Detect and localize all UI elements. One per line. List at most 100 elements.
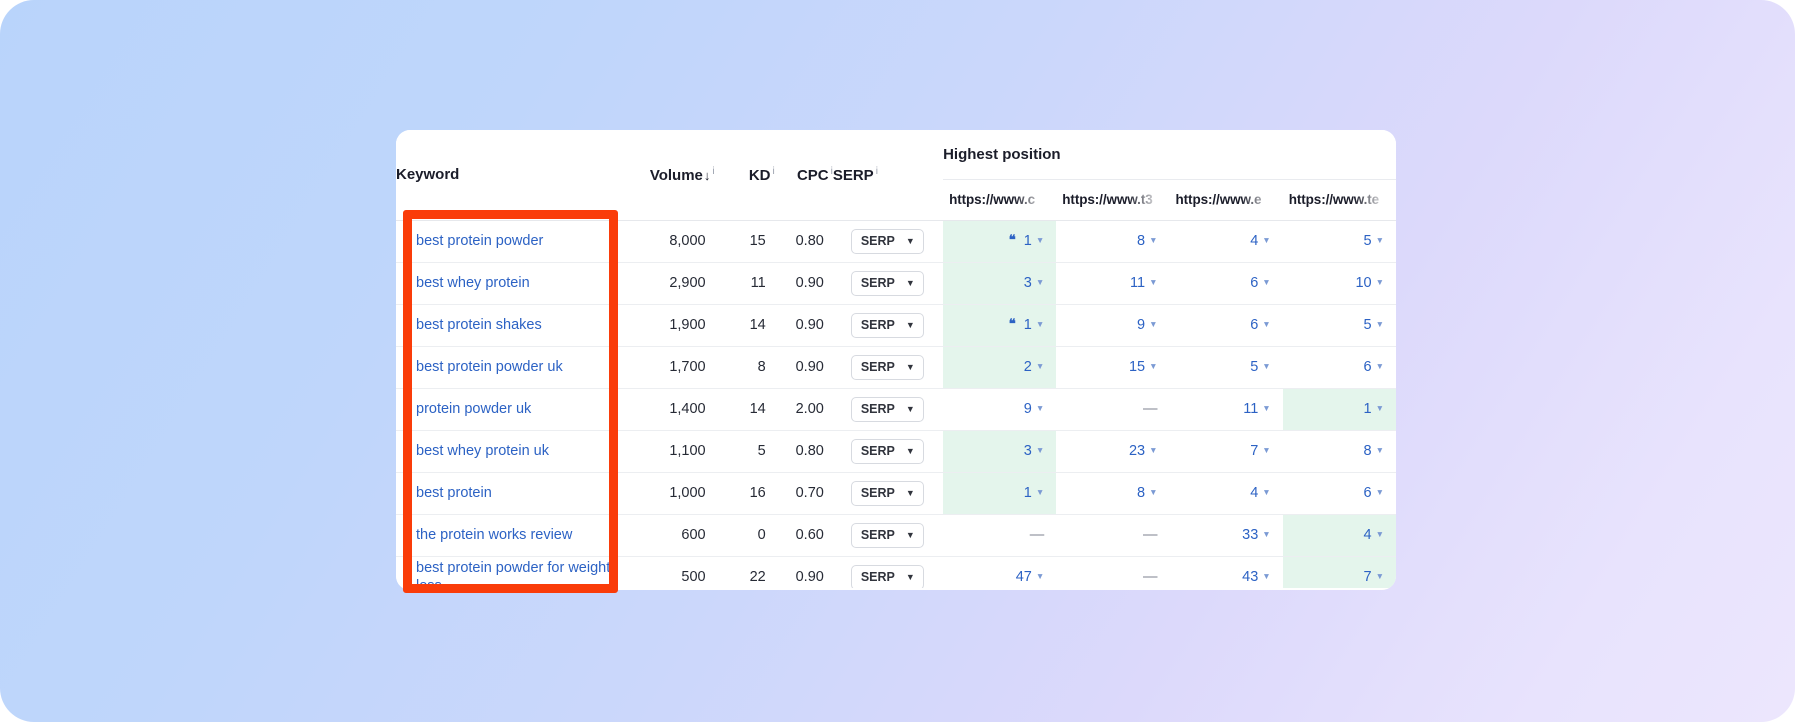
column-header-url-4[interactable]: https://www.te xyxy=(1283,179,1396,220)
position-value[interactable]: ❝1▼ xyxy=(1009,233,1045,249)
position-value[interactable]: 10▼ xyxy=(1355,275,1384,291)
position-value[interactable]: 5▼ xyxy=(1364,317,1385,333)
position-value[interactable]: 47▼ xyxy=(1016,569,1045,585)
chevron-down-icon[interactable]: ▼ xyxy=(1262,403,1270,413)
position-value[interactable]: 15 ▼ xyxy=(1129,359,1158,375)
serp-dropdown-button[interactable]: SERP▼ xyxy=(851,397,924,422)
serp-dropdown-button[interactable]: SERP▼ xyxy=(851,313,924,338)
position-value[interactable]: 7▼ xyxy=(1250,443,1271,459)
position-value[interactable]: ❝1▼ xyxy=(1009,317,1045,333)
chevron-down-icon[interactable]: ▼ xyxy=(1376,361,1384,371)
chevron-down-icon[interactable]: ▼ xyxy=(1376,235,1384,245)
keyword-link[interactable]: best protein xyxy=(416,484,614,502)
chevron-down-icon[interactable]: ▼ xyxy=(1376,445,1384,455)
keyword-link[interactable]: best protein shakes xyxy=(416,316,614,334)
position-value[interactable]: 4▼ xyxy=(1364,527,1385,543)
serp-dropdown-button[interactable]: SERP▼ xyxy=(851,481,924,506)
chevron-down-icon[interactable]: ▼ xyxy=(1036,571,1044,581)
serp-dropdown-button[interactable]: SERP▼ xyxy=(851,523,924,548)
serp-dropdown-button[interactable]: SERP▼ xyxy=(851,355,924,380)
chevron-down-icon[interactable]: ▼ xyxy=(1036,319,1044,329)
chevron-down-icon[interactable]: ▼ xyxy=(1036,361,1044,371)
column-header-cpc[interactable]: CPCi xyxy=(775,130,833,220)
position-value[interactable]: 11▼ xyxy=(1243,401,1270,417)
column-header-serp[interactable]: SERPi xyxy=(833,130,943,220)
chevron-down-icon[interactable]: ▼ xyxy=(1036,487,1044,497)
position-value[interactable]: 5▼ xyxy=(1250,359,1271,375)
keyword-link[interactable]: best whey protein xyxy=(416,274,614,292)
chevron-down-icon[interactable]: ▼ xyxy=(1376,487,1384,497)
position-value[interactable]: 1▼ xyxy=(1024,485,1045,501)
chevron-down-icon[interactable]: ▼ xyxy=(1149,235,1157,245)
position-number: 15 xyxy=(1129,359,1145,375)
position-value[interactable]: 1▼ xyxy=(1364,401,1385,417)
chevron-down-icon[interactable]: ▼ xyxy=(1376,403,1384,413)
chevron-down-icon[interactable]: ▼ xyxy=(1262,445,1270,455)
chevron-down-icon[interactable]: ▼ xyxy=(1036,235,1044,245)
keyword-link[interactable]: the protein works review xyxy=(416,526,614,544)
keyword-link[interactable]: best protein powder xyxy=(416,232,614,250)
position-value[interactable]: 4▼ xyxy=(1250,233,1271,249)
info-icon[interactable]: i xyxy=(876,166,878,177)
position-value[interactable]: 3▼ xyxy=(1024,443,1045,459)
serp-dropdown-button[interactable]: SERP▼ xyxy=(851,565,924,590)
chevron-down-icon[interactable]: ▼ xyxy=(1149,319,1157,329)
position-value[interactable]: 8▼ xyxy=(1137,485,1158,501)
position-value[interactable]: 33▼ xyxy=(1242,527,1271,543)
chevron-down-icon[interactable]: ▼ xyxy=(1149,361,1157,371)
keyword-link[interactable]: best whey protein uk xyxy=(416,442,614,460)
position-value[interactable]: 23▼ xyxy=(1129,443,1158,459)
info-icon[interactable]: i xyxy=(773,166,775,177)
chevron-down-icon[interactable]: ▼ xyxy=(1036,277,1044,287)
chevron-down-icon[interactable]: ▼ xyxy=(1036,403,1044,413)
position-value[interactable]: 3▼ xyxy=(1024,275,1045,291)
sort-descending-icon[interactable]: ↓ xyxy=(704,168,711,183)
chevron-down-icon[interactable]: ▼ xyxy=(1376,571,1384,581)
position-value[interactable]: 2▼ xyxy=(1024,359,1045,375)
serp-dropdown-button[interactable]: SERP▼ xyxy=(851,439,924,464)
keyword-link[interactable]: best protein powder for weight loss xyxy=(416,559,614,590)
info-icon[interactable]: i xyxy=(712,166,714,177)
chevron-down-icon[interactable]: ▼ xyxy=(1262,529,1270,539)
position-value[interactable]: 43▼ xyxy=(1242,569,1271,585)
position-value[interactable]: 6▼ xyxy=(1364,359,1385,375)
column-header-url-3[interactable]: https://www.e xyxy=(1170,179,1283,220)
serp-dropdown-button[interactable]: SERP▼ xyxy=(851,229,924,254)
column-header-kd[interactable]: KDi xyxy=(715,130,775,220)
chevron-down-icon[interactable]: ▼ xyxy=(1262,487,1270,497)
position-value[interactable]: 7▼ xyxy=(1364,569,1385,585)
column-header-volume[interactable]: Volume↓i xyxy=(624,130,714,220)
chevron-down-icon[interactable]: ▼ xyxy=(1376,277,1384,287)
chevron-down-icon[interactable]: ▼ xyxy=(1262,571,1270,581)
cell-position-3: 4▼ xyxy=(1170,472,1283,514)
keyword-link[interactable]: protein powder uk xyxy=(416,400,614,418)
chevron-down-icon[interactable]: ▼ xyxy=(1262,235,1270,245)
position-number: 8 xyxy=(1137,233,1145,249)
column-header-url-1[interactable]: https://www.c xyxy=(943,179,1056,220)
serp-dropdown-button[interactable]: SERP▼ xyxy=(851,271,924,296)
position-value[interactable]: 11▼ xyxy=(1130,275,1157,291)
keyword-link[interactable]: best protein powder uk xyxy=(416,358,614,376)
chevron-down-icon[interactable]: ▼ xyxy=(1376,319,1384,329)
position-value[interactable]: 8▼ xyxy=(1364,443,1385,459)
position-value[interactable]: 4▼ xyxy=(1250,485,1271,501)
url-header-text: https://www.c xyxy=(949,192,1035,207)
position-value[interactable]: 6▼ xyxy=(1250,317,1271,333)
chevron-down-icon[interactable]: ▼ xyxy=(1262,319,1270,329)
position-value[interactable]: 6▼ xyxy=(1364,485,1385,501)
chevron-down-icon[interactable]: ▼ xyxy=(1149,277,1157,287)
chevron-down-icon[interactable]: ▼ xyxy=(1149,445,1157,455)
chevron-down-icon: ▼ xyxy=(906,279,915,288)
column-header-keyword[interactable]: Keyword xyxy=(396,130,624,220)
chevron-down-icon[interactable]: ▼ xyxy=(1262,277,1270,287)
chevron-down-icon[interactable]: ▼ xyxy=(1262,361,1270,371)
position-value[interactable]: 5▼ xyxy=(1364,233,1385,249)
position-value[interactable]: 6▼ xyxy=(1250,275,1271,291)
position-value[interactable]: 9▼ xyxy=(1024,401,1045,417)
column-header-url-2[interactable]: https://www.t3 xyxy=(1056,179,1169,220)
chevron-down-icon[interactable]: ▼ xyxy=(1376,529,1384,539)
position-value[interactable]: 9▼ xyxy=(1137,317,1158,333)
chevron-down-icon[interactable]: ▼ xyxy=(1149,487,1157,497)
chevron-down-icon[interactable]: ▼ xyxy=(1036,445,1044,455)
position-value[interactable]: 8▼ xyxy=(1137,233,1158,249)
